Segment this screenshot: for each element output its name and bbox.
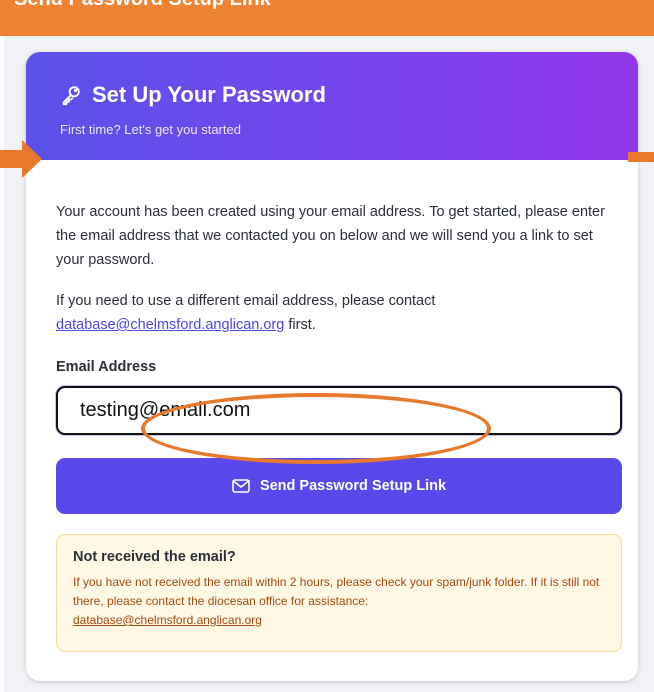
key-icon xyxy=(60,84,82,106)
not-received-notice: Not received the email? If you have not … xyxy=(56,534,622,652)
banner-text: “Send Password Setup Link” xyxy=(4,0,281,11)
contact-prefix: If you need to use a different email add… xyxy=(56,293,436,309)
annotation-arrow-left xyxy=(0,140,42,178)
intro-text: Your account has been created using your… xyxy=(56,204,605,268)
card-header: Set Up Your Password First time? Let's g… xyxy=(26,52,638,160)
page-subtitle: First time? Let's get you started xyxy=(60,122,241,137)
page-title-row: Set Up Your Password xyxy=(60,82,326,108)
notice-title: Not received the email? xyxy=(73,549,236,565)
page-title: Set Up Your Password xyxy=(92,82,326,107)
notice-body: If you have not received the email withi… xyxy=(73,573,605,630)
email-input[interactable] xyxy=(56,386,622,435)
annotation-banner: “Send Password Setup Link” xyxy=(0,0,654,36)
send-button-label: Send Password Setup Link xyxy=(259,478,447,494)
notice-body-text: If you have not received the email withi… xyxy=(73,575,600,608)
setup-password-card: Set Up Your Password First time? Let's g… xyxy=(26,52,638,681)
mail-icon xyxy=(232,479,250,493)
contact-text: If you need to use a different email add… xyxy=(56,289,616,337)
contact-email-link[interactable]: database@chelmsford.anglican.org xyxy=(56,317,284,333)
email-label: Email Address xyxy=(56,359,157,375)
annotation-arrow-right xyxy=(628,152,654,162)
contact-suffix: first. xyxy=(288,317,316,333)
notice-email-link[interactable]: database@chelmsford.anglican.org xyxy=(73,613,262,627)
send-password-setup-link-button[interactable]: Send Password Setup Link xyxy=(56,458,622,514)
